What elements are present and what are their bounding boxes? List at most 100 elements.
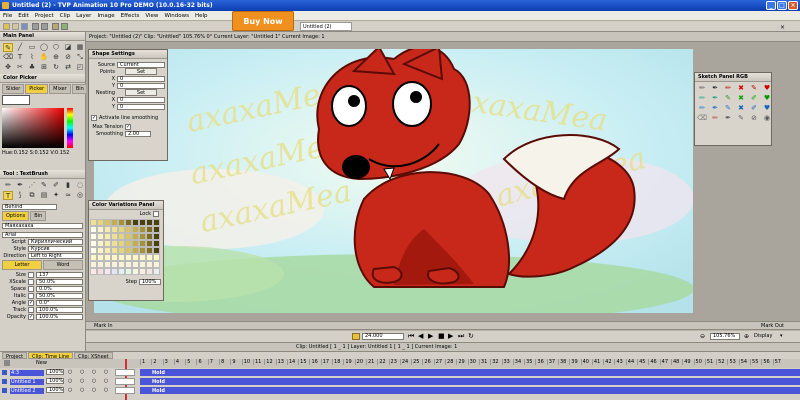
color-swatch[interactable] <box>118 240 125 247</box>
angle-field[interactable]: 0.0° <box>36 299 83 306</box>
new-layer-label[interactable]: New <box>36 360 47 366</box>
color-swatch[interactable] <box>118 268 125 275</box>
color-swatch[interactable] <box>104 233 111 240</box>
color-swatch[interactable] <box>139 233 146 240</box>
color-swatch[interactable] <box>97 226 104 233</box>
color-swatch[interactable] <box>132 261 139 268</box>
ellipse-icon[interactable]: ◯ <box>39 43 49 52</box>
param-checkbox[interactable] <box>28 292 34 299</box>
color-swatch[interactable] <box>90 226 97 233</box>
fps-field[interactable]: 24.000 <box>362 333 404 340</box>
layer-name[interactable]: Untitled 2 <box>10 388 44 394</box>
prev-frame-icon[interactable]: ◀ <box>418 332 423 340</box>
blue-pencil-icon[interactable]: ✏ <box>697 104 707 113</box>
gray-pen-icon[interactable]: ✒ <box>723 114 733 123</box>
param-checkbox[interactable]: ✓ <box>28 313 34 320</box>
layer-row[interactable]: Untitled 1 100% ○ ○ ○ ○ ○ Hold <box>0 378 800 386</box>
gray-pencil-icon[interactable]: ✏ <box>710 114 720 123</box>
color-swatch[interactable] <box>132 240 139 247</box>
line-icon[interactable]: ╱ <box>15 43 25 52</box>
color-swatch[interactable] <box>125 247 132 254</box>
menu-effects[interactable]: Effects <box>121 13 140 19</box>
mixer-icon[interactable]: ◎ <box>75 191 85 200</box>
stamp-icon[interactable]: ♣ <box>27 63 37 72</box>
color-swatch[interactable] <box>125 219 132 226</box>
color-swatch[interactable] <box>104 247 111 254</box>
menu-project[interactable]: Project <box>35 13 54 19</box>
color-swatch[interactable] <box>139 268 146 275</box>
color-swatch[interactable] <box>146 261 153 268</box>
hand-icon[interactable]: ✋ <box>39 53 49 62</box>
color-swatch[interactable] <box>111 268 118 275</box>
color-swatch[interactable] <box>139 219 146 226</box>
tab-project[interactable]: Project <box>2 352 28 360</box>
blur-icon[interactable]: ◌ <box>75 181 85 190</box>
color-swatch[interactable] <box>111 219 118 226</box>
color-swatch[interactable] <box>146 233 153 240</box>
color-swatch[interactable] <box>132 247 139 254</box>
tab-word[interactable]: Word <box>43 260 83 270</box>
color-swatch[interactable] <box>97 240 104 247</box>
layer-opacity[interactable]: 100% <box>46 369 64 375</box>
layer-row[interactable]: Untitled 2 100% ○ ○ ○ ○ ○ Hold <box>0 387 800 395</box>
delete-red-icon[interactable]: ✖ <box>736 84 746 93</box>
color-swatch[interactable] <box>97 254 104 261</box>
color-swatch[interactable] <box>153 226 160 233</box>
color-swatch[interactable] <box>97 219 104 226</box>
color-swatch[interactable] <box>125 261 132 268</box>
color-swatch[interactable] <box>111 261 118 268</box>
blue-marker-icon[interactable]: ✐ <box>749 104 759 113</box>
color-swatch[interactable] <box>153 247 160 254</box>
color-swatch[interactable] <box>153 254 160 261</box>
brush-icon[interactable]: ✎ <box>3 43 13 52</box>
camera-icon[interactable]: ◰ <box>75 63 85 72</box>
color-swatch[interactable] <box>153 233 160 240</box>
color-swatch[interactable] <box>118 254 125 261</box>
layer-track[interactable] <box>140 378 800 385</box>
pencil-icon[interactable]: ✏ <box>697 84 707 93</box>
menu-clip[interactable]: Clip <box>60 13 70 19</box>
italic-field[interactable]: 50.0% <box>36 292 83 299</box>
color-gradient-area[interactable] <box>2 108 64 148</box>
document-tab[interactable]: Untitled (2) <box>300 22 352 31</box>
step-field[interactable]: 100% <box>139 278 161 285</box>
tab-options-bin[interactable]: Bin <box>30 211 47 221</box>
color-swatch[interactable] <box>111 226 118 233</box>
color-swatch[interactable] <box>146 268 153 275</box>
color-swatch[interactable] <box>90 233 97 240</box>
layer-tool-icon[interactable] <box>61 23 68 30</box>
display-dropdown-icon[interactable]: ▾ <box>780 333 783 339</box>
tab-slider[interactable]: Slider <box>2 84 25 94</box>
color-swatch[interactable] <box>104 219 111 226</box>
size-field[interactable]: 137 <box>36 271 83 278</box>
color-swatch[interactable] <box>153 219 160 226</box>
tab-timeline[interactable]: Clip: Time Line <box>28 352 74 360</box>
color-swatch[interactable] <box>132 233 139 240</box>
display-menu[interactable]: Display <box>754 333 772 339</box>
marker-icon[interactable]: ▮ <box>63 181 73 190</box>
color-swatch[interactable] <box>111 233 118 240</box>
transform-icon[interactable]: ⤡ <box>75 53 85 62</box>
open-icon[interactable] <box>12 23 19 30</box>
layer-visibility-icon[interactable] <box>2 379 7 384</box>
flip-icon[interactable]: ⇄ <box>63 63 73 72</box>
zoom-out-icon[interactable]: ⊖ <box>700 333 705 340</box>
layer-track[interactable] <box>140 387 800 394</box>
cut-icon[interactable]: ✂ <box>15 63 25 72</box>
color-swatch[interactable] <box>97 233 104 240</box>
opacity-field[interactable]: 100.0% <box>36 313 83 320</box>
color-swatch[interactable] <box>139 261 146 268</box>
brush-tool-icon[interactable] <box>52 23 59 30</box>
color-swatch[interactable] <box>132 226 139 233</box>
color-swatch[interactable] <box>104 226 111 233</box>
color-swatch[interactable] <box>125 233 132 240</box>
color-swatch[interactable] <box>153 268 160 275</box>
blend-mode-select[interactable]: Behind <box>2 203 57 210</box>
pencil-icon[interactable]: ✏ <box>3 181 13 190</box>
source-select[interactable]: Current <box>117 61 165 68</box>
tab-options[interactable]: Options <box>2 211 30 221</box>
tab-picker[interactable]: Picker <box>25 84 49 94</box>
color-swatch[interactable] <box>132 254 139 261</box>
eraser-icon[interactable]: ⌫ <box>3 53 13 62</box>
timeline-menu-icon[interactable] <box>4 360 10 366</box>
